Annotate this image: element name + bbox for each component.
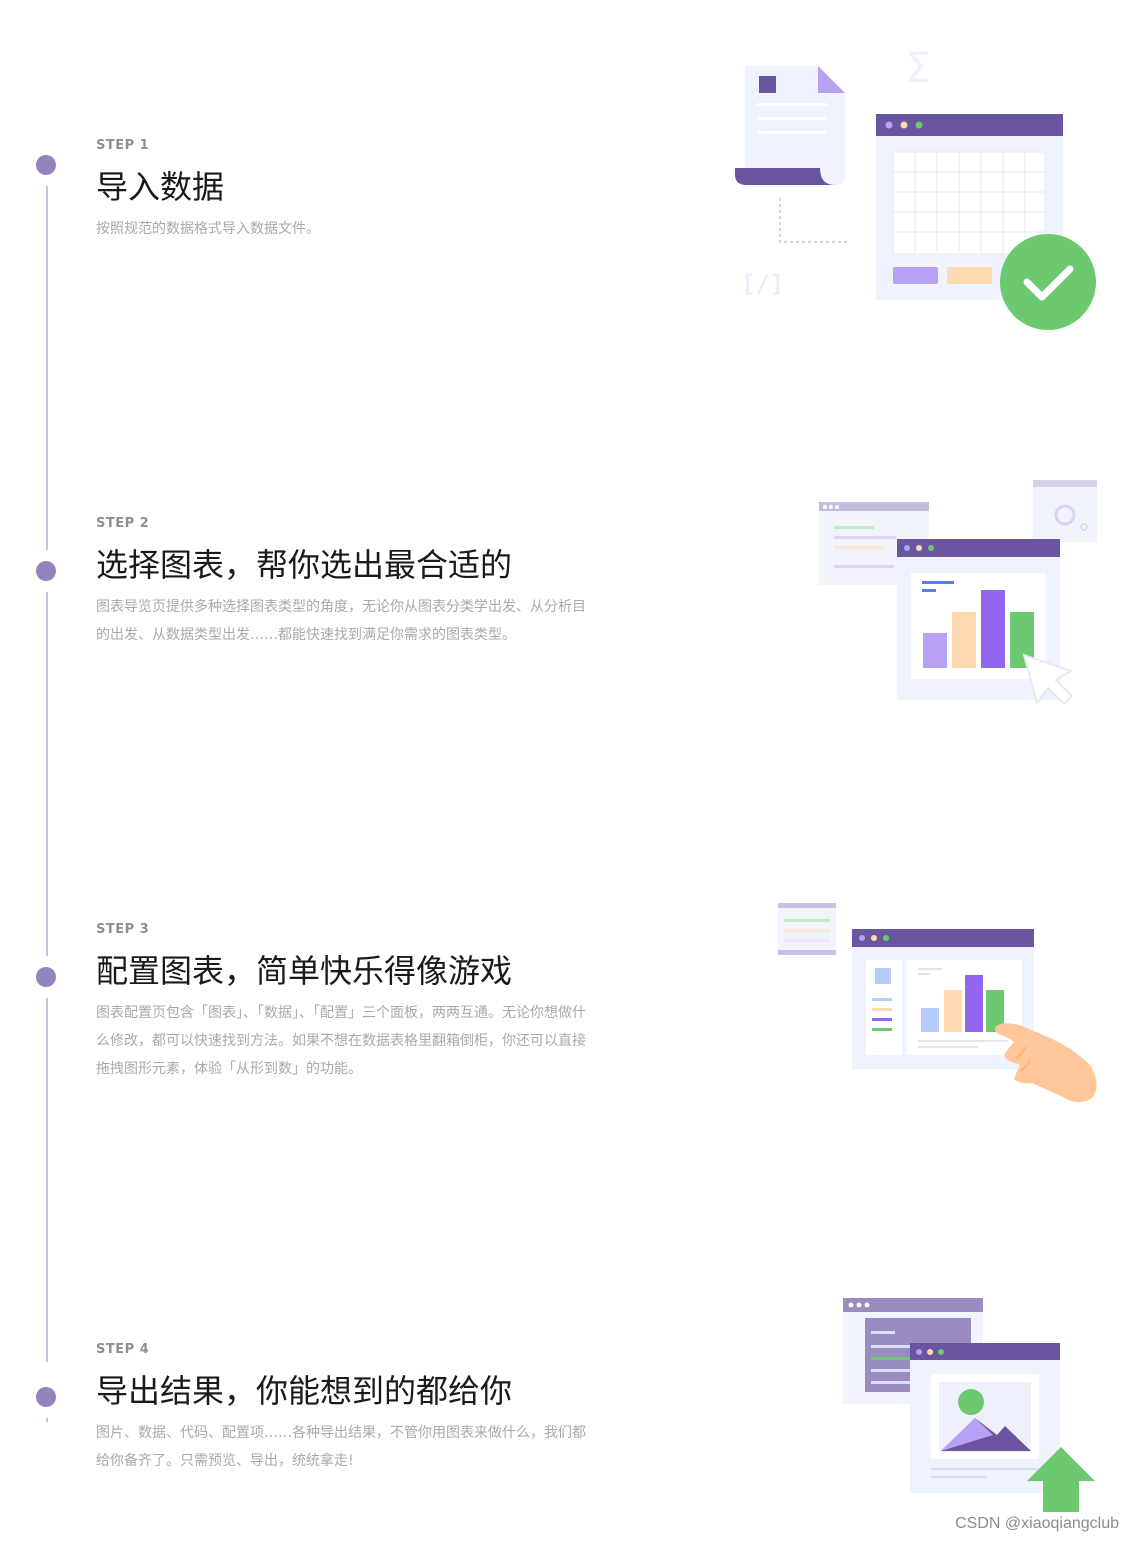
timeline-dot-step-2 [36, 561, 56, 581]
step-title: 导入数据 [96, 168, 225, 206]
watermark: CSDN @xiaoqiangclub [955, 1515, 1119, 1532]
step-title: 选择图表，帮你选出最合适的 [96, 546, 513, 584]
config-panel-window [778, 903, 836, 955]
export-results-illustration [843, 1298, 1095, 1512]
chart-editor-window [852, 929, 1034, 1069]
configure-chart-illustration [778, 903, 1097, 1103]
step-label: STEP 1 [96, 138, 150, 153]
timeline-line [46, 998, 48, 1362]
step-title: 导出结果，你能想到的都给你 [96, 1372, 513, 1410]
step-label: STEP 2 [96, 516, 150, 531]
step-description: 图表配置页包含「图表」、「数据」、「配置」三个面板，两两互通。无论你想做什么修改… [96, 1005, 586, 1077]
document-icon [735, 66, 845, 185]
timeline-dot-step-1 [36, 155, 56, 175]
step-2: STEP 2 选择图表，帮你选出最合适的 图表导览页提供多种选择图表类型的角度，… [96, 515, 616, 649]
step-description: 图片、数据、代码、配置项……各种导出结果，不管你用图表来做什么，我们都给你备齐了… [96, 1425, 586, 1469]
timeline-line [46, 186, 48, 550]
step-label: STEP 3 [96, 922, 150, 937]
sigma-icon: Σ [905, 43, 932, 92]
import-data-illustration: Σ [/] [735, 43, 1096, 330]
choose-chart-illustration [819, 480, 1097, 706]
code-icon: [/] [741, 270, 784, 298]
image-icon [958, 1389, 984, 1415]
step-label: STEP 4 [96, 1342, 150, 1357]
step-title: 配置图表，简单快乐得像游戏 [96, 952, 513, 990]
step-description: 按照规范的数据格式导入数据文件。 [96, 221, 320, 237]
timeline-dot-step-3 [36, 967, 56, 987]
timeline-dot-step-4 [36, 1387, 56, 1407]
step-description: 图表导览页提供多种选择图表类型的角度，无论你从图表分类学出发、从分析目的出发、从… [96, 599, 586, 643]
step-4: STEP 4 导出结果，你能想到的都给你 图片、数据、代码、配置项……各种导出结… [96, 1341, 616, 1475]
timeline-line [46, 1418, 48, 1422]
check-icon [1000, 234, 1096, 330]
donut-chart-window [1033, 480, 1097, 542]
step-1: STEP 1 导入数据 按照规范的数据格式导入数据文件。 [96, 137, 616, 243]
step-3: STEP 3 配置图表，简单快乐得像游戏 图表配置页包含「图表」、「数据」、「配… [96, 921, 616, 1083]
timeline-line [46, 592, 48, 956]
